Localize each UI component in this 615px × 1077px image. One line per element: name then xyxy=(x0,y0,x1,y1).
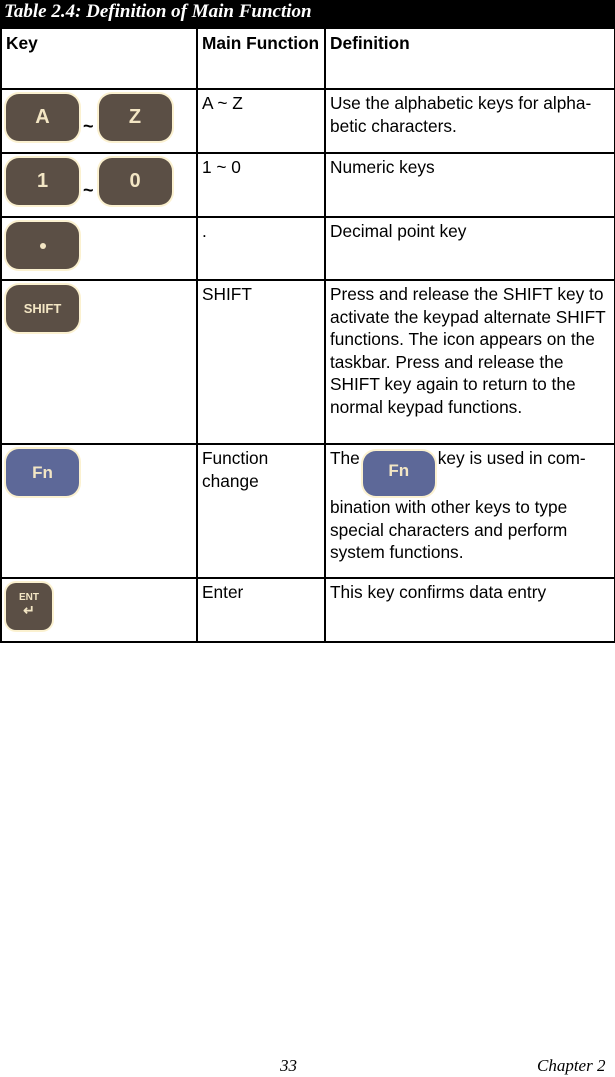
table-row: A ~ Z A ~ Z Use the alphabetic keys for … xyxy=(0,88,615,154)
range-separator: ~ xyxy=(83,116,94,136)
definition-text-pre: The xyxy=(330,448,360,468)
table-row: SHIFT SHIFT Press and release the SHIFT … xyxy=(0,279,615,445)
table-caption: Table 2.4: Definition of Main Function xyxy=(0,0,615,28)
zero-key-icon: 0 xyxy=(98,158,172,205)
definition-cell: This key confirms data entry xyxy=(324,577,615,643)
table-header-row: Key Main Function Definition xyxy=(0,27,615,90)
a-key-icon: A xyxy=(6,94,79,141)
header-key: Key xyxy=(0,27,198,90)
main-function-cell: Function change xyxy=(196,443,326,579)
z-key-icon: Z xyxy=(98,94,172,141)
header-definition: Definition xyxy=(324,27,615,90)
definition-cell: Press and release the SHIFT key to activ… xyxy=(324,279,615,445)
main-function-cell: 1 ~ 0 xyxy=(196,152,326,218)
decimal-point-key-icon xyxy=(6,222,79,269)
key-cell: ENT ↵ xyxy=(0,577,198,643)
page-number: 33 xyxy=(280,1056,297,1075)
main-function-cell: SHIFT xyxy=(196,279,326,445)
shift-key-icon: SHIFT xyxy=(6,285,79,332)
return-arrow-icon: ↵ xyxy=(23,602,35,618)
key-cell xyxy=(0,216,198,281)
chapter-label: Chapter 2 xyxy=(537,1056,606,1075)
definition-cell: Numeric keys xyxy=(324,152,615,218)
header-main-function: Main Function xyxy=(196,27,326,90)
definition-cell: Use the alphabetic keys for alpha-betic … xyxy=(324,88,615,154)
key-cell: Fn xyxy=(0,443,198,579)
table-row: Fn Function change TheFnkey is used in c… xyxy=(0,443,615,579)
definition-cell: TheFnkey is used in com-bination with ot… xyxy=(324,443,615,579)
fn-key-icon: Fn xyxy=(6,449,79,496)
main-function-cell: Enter xyxy=(196,577,326,643)
enter-key-icon: ENT ↵ xyxy=(6,583,52,630)
main-function-table: Key Main Function Definition A ~ Z A ~ Z… xyxy=(0,27,615,643)
table-row: . Decimal point key xyxy=(0,216,615,281)
key-cell: SHIFT xyxy=(0,279,198,445)
table-row: ENT ↵ Enter This key confirms data entry xyxy=(0,577,615,643)
key-cell: A ~ Z xyxy=(0,88,198,154)
fn-key-inline-icon: Fn xyxy=(362,451,435,496)
table-row: 1 ~ 0 1 ~ 0 Numeric keys xyxy=(0,152,615,218)
main-function-cell: A ~ Z xyxy=(196,88,326,154)
definition-cell: Decimal point key xyxy=(324,216,615,281)
one-key-icon: 1 xyxy=(6,158,79,205)
key-cell: 1 ~ 0 xyxy=(0,152,198,218)
range-separator: ~ xyxy=(83,180,94,200)
main-function-cell: . xyxy=(196,216,326,281)
